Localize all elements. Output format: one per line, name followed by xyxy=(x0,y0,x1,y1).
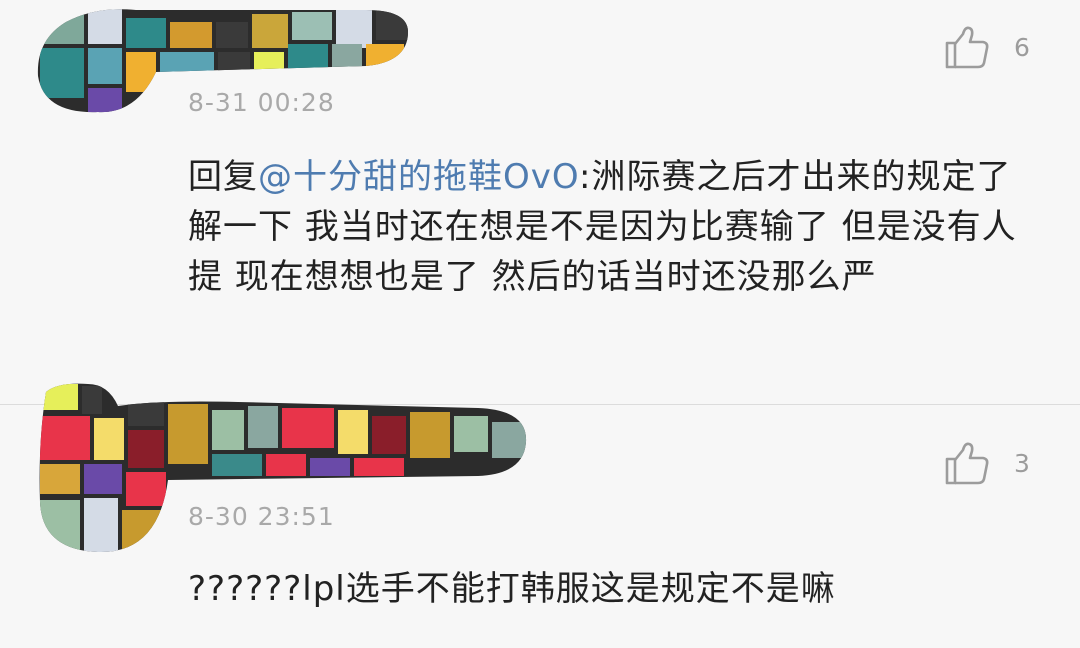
mention-link[interactable]: @十分甜的拖鞋OvO xyxy=(258,157,579,197)
comment-item: 8-30 23:51 3 ??????lpl选手不能打韩服这是规定不是嘛 xyxy=(0,383,1080,648)
like-count: 3 xyxy=(1014,448,1030,478)
comment-timestamp: 8-30 23:51 xyxy=(188,502,335,531)
comment-item: 8-31 00:28 6 回复@十分甜的拖鞋OvO:洲际赛之后才出来的规定了解一… xyxy=(0,0,1080,404)
comment-timestamp: 8-31 00:28 xyxy=(188,88,335,117)
thumbs-up-icon xyxy=(945,442,989,485)
like-button[interactable]: 6 xyxy=(944,23,1044,71)
comment-text: ??????lpl选手不能打韩服这是规定不是嘛 xyxy=(188,569,836,609)
like-count: 6 xyxy=(1014,32,1030,62)
like-button[interactable]: 3 xyxy=(944,439,1044,487)
comment-text: 回复@十分甜的拖鞋OvO:洲际赛之后才出来的规定了解一下 我当时还在想是不是因为… xyxy=(188,152,1028,302)
thumbs-up-icon xyxy=(945,26,989,69)
reply-prefix: 回复 xyxy=(188,157,258,197)
